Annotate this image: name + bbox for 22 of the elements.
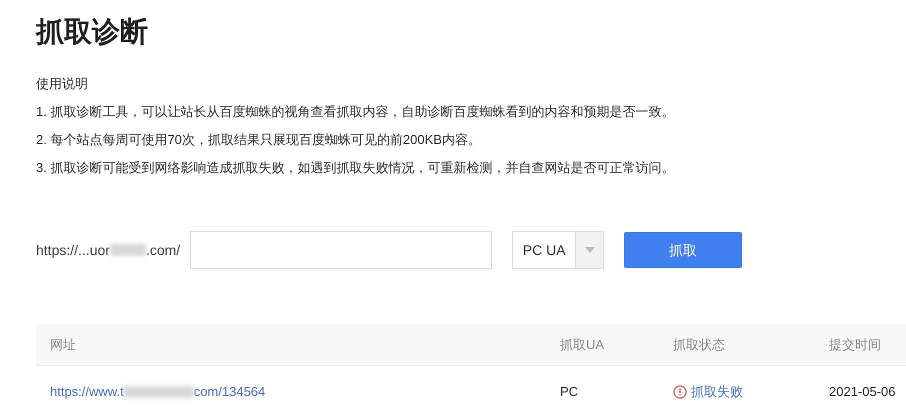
url-link[interactable]: com/134564 bbox=[194, 382, 266, 402]
instruction-text: 1. 抓取诊断工具，可以让站长从百度蜘蛛的视角查看抓取内容，自助诊断百度蜘蛛看到的内容和预期是否一致。 bbox=[36, 103, 676, 121]
instruction-text: 3. 抓取诊断可能受到网络影响造成抓取失败，如遇到抓取失败情况，可重新检测，并自查网站是否可正常访问。 bbox=[36, 159, 676, 177]
url-suffix: .com/ bbox=[146, 240, 180, 260]
caret-down-icon bbox=[584, 247, 595, 253]
instruction-text: 2. 每个站点每周可使用70次，抓取结果只展现百度蜘蛛可见的前200KB内容。 bbox=[36, 131, 482, 149]
url-link[interactable]: https://www.t bbox=[50, 382, 124, 402]
fetch-button[interactable]: 抓取 bbox=[624, 232, 742, 268]
column-header: 抓取状态 bbox=[673, 336, 726, 354]
table-cell-text: PC bbox=[560, 383, 580, 402]
redacted-blur bbox=[124, 386, 194, 398]
url-input[interactable] bbox=[190, 231, 492, 269]
instructions-heading: 使用说明 bbox=[36, 75, 89, 93]
page-title: 抓取诊断 bbox=[36, 15, 148, 49]
column-header: 网址 bbox=[50, 336, 77, 354]
column-header: 抓取UA bbox=[560, 336, 606, 354]
status-text: 抓取失败 bbox=[691, 383, 743, 402]
table-cell-text: 2021-05-06 bbox=[829, 383, 896, 402]
redacted-blur bbox=[110, 244, 146, 256]
url-prefix: https://...uor bbox=[36, 240, 110, 260]
column-header: 提交时间 bbox=[829, 336, 882, 354]
ua-select[interactable]: PC UA bbox=[512, 231, 604, 269]
